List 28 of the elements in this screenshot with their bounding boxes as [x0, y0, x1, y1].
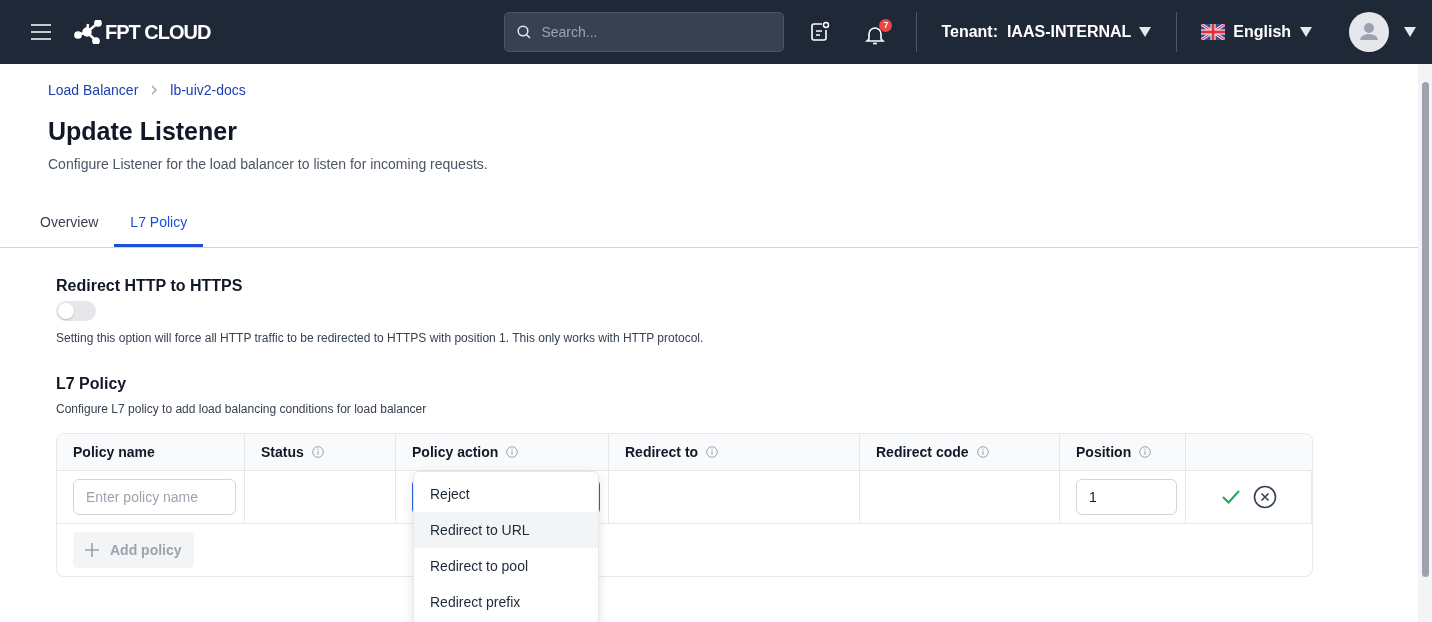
section-title: Redirect HTTP to HTTPS	[56, 277, 244, 295]
dropdown-option[interactable]: Reject	[414, 476, 598, 512]
dropdown-option[interactable]: Redirect to URL	[414, 512, 598, 548]
column-header: Status	[261, 444, 304, 460]
notification-bell[interactable]: 7	[864, 18, 893, 46]
help-text: Setting this option will force all HTTP traffic to be redirected to HTTPS with position 1. This only works with HTTP protocol.	[56, 331, 705, 345]
logo-text: FPT CLOUD	[105, 20, 211, 44]
section-description: Configure L7 policy to add load balancing conditions for load balancer	[56, 402, 428, 416]
column-header: Position	[1076, 444, 1132, 460]
breadcrumb-link[interactable]: lb-uiv2-docs	[170, 82, 246, 98]
notification-count: 7	[879, 18, 893, 32]
dropdown-option[interactable]: Redirect prefix	[414, 584, 598, 620]
tenant-selector[interactable]: Tenant: IAAS-INTERNAL	[941, 23, 1153, 41]
tab[interactable]: Overview	[24, 197, 115, 247]
page-title: Update Listener	[48, 117, 238, 146]
breadcrumb-link[interactable]: Load Balancer	[48, 82, 139, 98]
column-header: Redirect to	[625, 444, 699, 460]
column-header: Redirect code	[876, 444, 969, 460]
language-selector[interactable]: English	[1201, 23, 1314, 41]
column-header: Policy name	[73, 444, 155, 460]
dropdown-option[interactable]: Redirect to pool	[414, 548, 598, 584]
search-field[interactable]: Search...	[504, 12, 785, 52]
section-title: L7 Policy	[56, 375, 128, 393]
column-header: Policy action	[412, 444, 499, 460]
policy-name-field[interactable]: Enter policy name	[73, 479, 236, 515]
tab[interactable]: L7 Policy	[114, 197, 204, 247]
page-subtitle: Configure Listener for the load balancer to listen for incoming requests.	[48, 156, 489, 172]
position-field[interactable]: 1	[1076, 479, 1177, 515]
